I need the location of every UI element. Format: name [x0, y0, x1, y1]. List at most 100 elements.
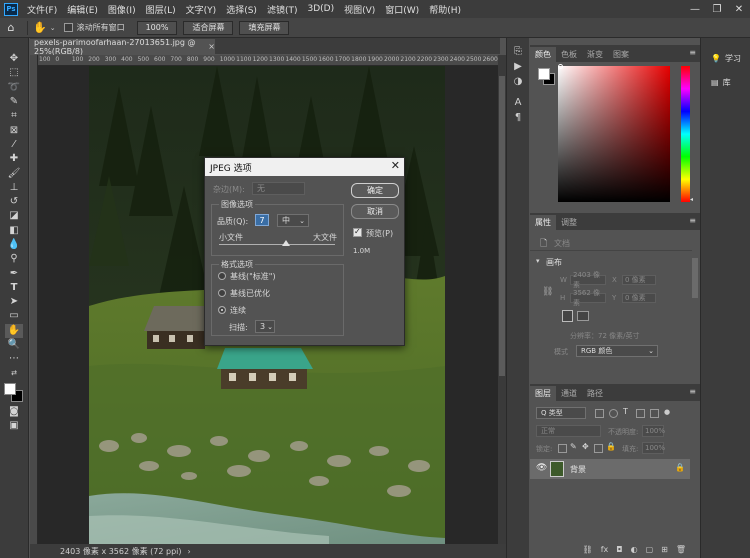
history-icon[interactable]: ⎘ — [514, 46, 522, 61]
mode-select[interactable]: RGB 颜色 ⌄ — [576, 345, 658, 357]
delete-layer-icon[interactable]: 🗑 — [676, 545, 686, 554]
new-layer-icon[interactable]: ⊞ — [661, 545, 668, 554]
color-swatches[interactable] — [4, 382, 24, 403]
libraries-panel-button[interactable]: ▤ 库 — [701, 70, 750, 94]
fill-screen-button[interactable]: 填充屏幕 — [239, 20, 290, 35]
document-tab[interactable]: pexels-parimoofarhaan-27013651.jpg @ 25%… — [30, 38, 215, 56]
lock-image-icon[interactable]: ✎ — [570, 442, 577, 451]
tab-color[interactable]: 颜色 — [530, 47, 556, 62]
quality-slider-track[interactable] — [219, 244, 335, 245]
quick-select-tool-icon[interactable]: ✎ — [5, 95, 23, 109]
actions-play-icon[interactable]: ▶ — [514, 61, 522, 76]
dodge-tool-icon[interactable]: ⚲ — [5, 252, 23, 266]
panel-menu-icon[interactable]: ≡ — [689, 48, 696, 57]
filter-smart-object-icon[interactable] — [650, 409, 659, 418]
menu-view[interactable]: 视图(V) — [339, 3, 380, 16]
menu-window[interactable]: 窗口(W) — [380, 3, 424, 16]
crop-tool-icon[interactable]: ⌗ — [5, 109, 23, 123]
pen-tool-icon[interactable]: ✒ — [5, 266, 23, 280]
filter-toggle-icon[interactable]: ● — [664, 408, 670, 416]
collapse-chevron-icon[interactable]: ▾ — [536, 257, 540, 265]
panel-menu-icon[interactable]: ≡ — [689, 216, 696, 225]
zoom-tool-icon[interactable]: 🔍 — [5, 338, 23, 352]
layer-filter-select[interactable]: Q 类型 — [536, 407, 586, 419]
tab-layers[interactable]: 图层 — [530, 386, 556, 401]
visibility-eye-icon[interactable]: 👁 — [536, 463, 547, 473]
menu-layer[interactable]: 图层(L) — [141, 3, 181, 16]
scroll-all-checkbox[interactable] — [63, 23, 73, 32]
history-brush-tool-icon[interactable]: ↺ — [5, 195, 23, 209]
landscape-orientation-icon[interactable] — [577, 311, 589, 321]
adjustment-layer-icon[interactable]: ◐ — [631, 545, 638, 554]
paint-bucket-tool-icon[interactable]: ◧ — [5, 224, 23, 238]
menu-file[interactable]: 文件(F) — [22, 3, 62, 16]
home-icon[interactable]: ⌂ — [0, 21, 22, 34]
lock-transparent-icon[interactable] — [558, 444, 567, 453]
hand-tool-icon[interactable]: ✋ — [33, 21, 47, 34]
lock-artboard-icon[interactable] — [594, 444, 603, 453]
foreground-color-swatch[interactable] — [538, 68, 550, 80]
layer-row-background[interactable]: 👁 背景 🔒 — [530, 459, 690, 479]
tab-adjustments[interactable]: 调整 — [556, 215, 582, 230]
menu-filter[interactable]: 滤镜(T) — [262, 3, 303, 16]
quick-mask-icon[interactable]: ◙ — [5, 405, 23, 419]
link-icon[interactable]: ⛓ — [542, 287, 553, 297]
healing-brush-tool-icon[interactable]: ✚ — [5, 152, 23, 166]
more-tools-icon[interactable]: ⋯ — [5, 352, 23, 366]
close-window-button[interactable]: ✕ — [728, 0, 750, 18]
close-tab-icon[interactable]: × — [208, 42, 215, 51]
lock-all-icon[interactable]: 🔒 — [606, 442, 616, 451]
menu-type[interactable]: 文字(Y) — [181, 3, 222, 16]
new-group-icon[interactable]: ▢ — [646, 545, 654, 554]
move-tool-icon[interactable]: ✥ — [5, 52, 23, 66]
radio-progressive[interactable] — [218, 306, 226, 314]
menu-3d[interactable]: 3D(D) — [302, 4, 339, 14]
clone-stamp-tool-icon[interactable]: ⊥ — [5, 181, 23, 195]
filter-shape-icon[interactable] — [636, 409, 645, 418]
learn-panel-button[interactable]: 💡 学习 — [701, 46, 750, 70]
lasso-tool-icon[interactable]: ➰ — [5, 81, 23, 95]
swap-colors-icon[interactable]: ⇄ — [5, 367, 23, 381]
quality-slider-thumb[interactable] — [282, 240, 291, 246]
fit-screen-button[interactable]: 适合屏幕 — [183, 20, 234, 35]
hand-tool-icon[interactable]: ✋ — [5, 323, 23, 338]
marquee-tool-icon[interactable]: ⬚ — [5, 66, 23, 80]
restore-button[interactable]: ❐ — [706, 0, 728, 18]
panel-menu-icon[interactable]: ≡ — [689, 387, 696, 396]
properties-scrollbar[interactable] — [692, 258, 698, 298]
character-icon[interactable]: A — [515, 97, 522, 112]
rectangle-tool-icon[interactable]: ▭ — [5, 309, 23, 323]
cancel-button[interactable]: 取消 — [351, 204, 399, 219]
filter-type-icon[interactable]: T — [623, 407, 628, 416]
dialog-close-icon[interactable]: ✕ — [391, 159, 400, 172]
hue-slider-thumb[interactable]: ◂ — [690, 196, 693, 203]
scans-select[interactable]: 3 ⌄ — [255, 320, 275, 333]
tab-channels[interactable]: 通道 — [556, 386, 582, 401]
scrollbar-thumb[interactable] — [499, 76, 505, 376]
type-tool-icon[interactable]: T — [5, 281, 23, 295]
filter-pixel-icon[interactable] — [595, 409, 604, 418]
radio-baseline-optimized[interactable] — [218, 289, 226, 297]
blur-tool-icon[interactable]: 💧 — [5, 238, 23, 252]
menu-select[interactable]: 选择(S) — [221, 3, 262, 16]
lock-position-icon[interactable]: ✥ — [582, 442, 589, 451]
radio-baseline-standard[interactable] — [218, 272, 226, 280]
tab-patterns[interactable]: 图案 — [608, 47, 634, 62]
quality-level-select[interactable]: 中 ⌄ — [277, 214, 309, 227]
tab-gradients[interactable]: 渐变 — [582, 47, 608, 62]
menu-edit[interactable]: 编辑(E) — [62, 3, 103, 16]
foreground-color-swatch[interactable] — [4, 382, 16, 395]
minimize-button[interactable]: — — [684, 0, 706, 18]
paragraph-icon[interactable]: ¶ — [515, 112, 521, 127]
layer-style-icon[interactable]: fx — [601, 545, 609, 554]
hue-slider[interactable] — [681, 66, 690, 202]
tab-swatches[interactable]: 色板 — [556, 47, 582, 62]
brush-tool-icon[interactable]: 🖌 — [5, 166, 23, 180]
menu-image[interactable]: 图像(I) — [103, 3, 141, 16]
eraser-tool-icon[interactable]: ◪ — [5, 209, 23, 223]
filter-adjustment-icon[interactable] — [609, 409, 618, 418]
zoom-100-button[interactable]: 100% — [136, 20, 178, 35]
menu-help[interactable]: 帮助(H) — [424, 3, 466, 16]
frame-tool-icon[interactable]: ⊠ — [5, 123, 23, 137]
tab-paths[interactable]: 路径 — [582, 386, 608, 401]
